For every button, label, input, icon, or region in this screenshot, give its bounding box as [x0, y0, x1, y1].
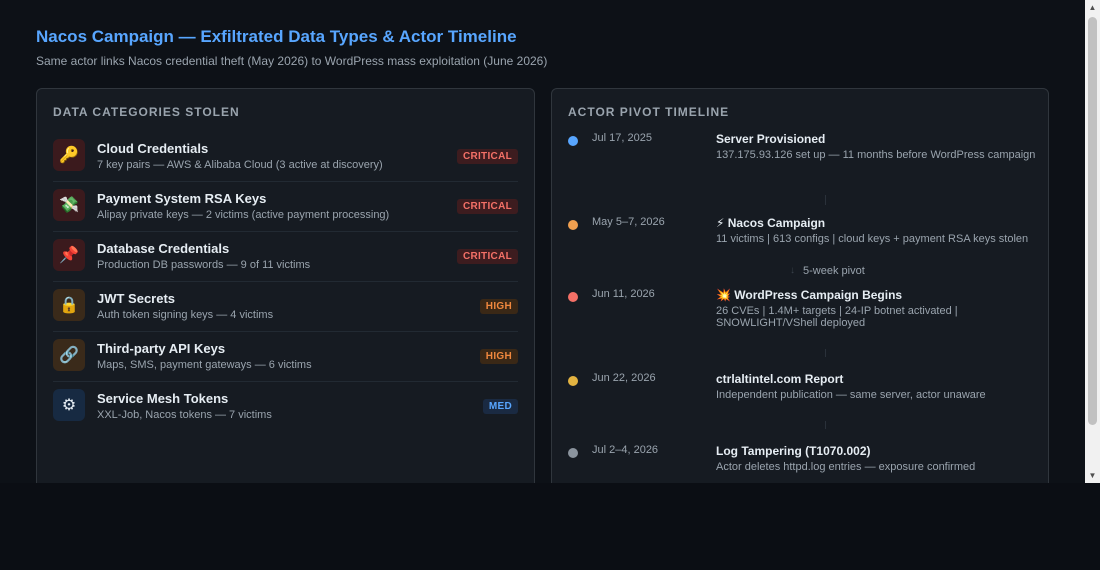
- page-subtitle: Same actor links Nacos credential theft …: [36, 54, 548, 68]
- list-item: 🔑 Cloud Credentials 7 key pairs — AWS & …: [53, 133, 518, 182]
- pivot-label: 5-week pivot: [803, 265, 865, 277]
- event-description: 26 CVEs | 1.4M+ targets | 24-IP botnet a…: [716, 305, 958, 329]
- page-footer-area: [0, 483, 1100, 570]
- item-title: Database Credentials: [97, 241, 230, 256]
- panel-heading: ACTOR PIVOT TIMELINE: [568, 105, 730, 119]
- link-icon: 🔗: [53, 339, 85, 371]
- actor-timeline-panel: ACTOR PIVOT TIMELINE Jul 17, 2025 Server…: [551, 88, 1049, 483]
- event-description: 137.175.93.126 set up — 11 months before…: [716, 149, 1036, 161]
- page-viewport: Nacos Campaign — Exfiltrated Data Types …: [0, 0, 1085, 483]
- timeline-dot: [568, 448, 578, 458]
- list-item: 💸 Payment System RSA Keys Alipay private…: [53, 183, 518, 232]
- arrow-down-icon: ↓: [790, 265, 795, 276]
- event-description: Independent publication — same server, a…: [716, 389, 986, 401]
- money-wings-icon: 💸: [53, 189, 85, 221]
- event-title: ⚡ Nacos Campaign: [716, 216, 826, 230]
- event-description: Actor deletes httpd.log entries — exposu…: [716, 461, 976, 473]
- timeline-dot: [568, 136, 578, 146]
- category-list: 🔑 Cloud Credentials 7 key pairs — AWS & …: [53, 133, 518, 432]
- severity-badge: HIGH: [479, 349, 518, 364]
- event-title: ctrlaltintel.com Report: [716, 372, 844, 386]
- vertical-scrollbar[interactable]: ▲ ▼: [1085, 0, 1100, 483]
- severity-badge: MED: [482, 399, 518, 414]
- event-title: Log Tampering (T1070.002): [716, 444, 871, 458]
- pushpin-icon: 📌: [53, 239, 85, 271]
- event-date: Jun 22, 2026: [592, 372, 656, 384]
- timeline-dot: [568, 292, 578, 302]
- scrollbar-thumb[interactable]: [1088, 17, 1097, 425]
- item-description: 7 key pairs — AWS & Alibaba Cloud (3 act…: [97, 159, 383, 171]
- event-title: 💥 WordPress Campaign Begins: [716, 288, 903, 302]
- item-description: Auth token signing keys — 4 victims: [97, 309, 274, 321]
- event-date: Jun 11, 2026: [592, 288, 655, 300]
- event-date: Jul 17, 2025: [592, 132, 652, 144]
- timeline-dot: [568, 220, 578, 230]
- item-description: Alipay private keys — 2 victims (active …: [97, 209, 390, 221]
- list-item: 📌 Database Credentials Production DB pas…: [53, 233, 518, 282]
- item-title: Cloud Credentials: [97, 141, 209, 156]
- severity-badge: CRITICAL: [456, 249, 518, 264]
- item-description: XXL-Job, Nacos tokens — 7 victims: [97, 409, 272, 421]
- timeline-connector: [825, 421, 826, 429]
- list-item: 🔗 Third-party API Keys Maps, SMS, paymen…: [53, 333, 518, 382]
- timeline-connector: [825, 195, 826, 205]
- event-title: Server Provisioned: [716, 132, 826, 146]
- lock-icon: 🔒: [53, 289, 85, 321]
- list-item: ⚙ Service Mesh Tokens XXL-Job, Nacos tok…: [53, 383, 518, 431]
- item-title: Service Mesh Tokens: [97, 391, 229, 406]
- severity-badge: CRITICAL: [456, 149, 518, 164]
- event-date: May 5–7, 2026: [592, 216, 665, 228]
- event-description: 11 victims | 613 configs | cloud keys + …: [716, 233, 1029, 245]
- item-title: JWT Secrets: [97, 291, 176, 306]
- gear-icon: ⚙: [53, 389, 85, 421]
- data-categories-panel: DATA CATEGORIES STOLEN 🔑 Cloud Credentia…: [36, 88, 535, 483]
- key-icon: 🔑: [53, 139, 85, 171]
- item-title: Payment System RSA Keys: [97, 191, 267, 206]
- timeline-connector: [825, 349, 826, 357]
- timeline-dot: [568, 376, 578, 386]
- item-description: Maps, SMS, payment gateways — 6 victims: [97, 359, 312, 371]
- severity-badge: CRITICAL: [456, 199, 518, 214]
- panel-heading: DATA CATEGORIES STOLEN: [53, 105, 240, 119]
- severity-badge: HIGH: [479, 299, 518, 314]
- event-date: Jul 2–4, 2026: [592, 444, 659, 456]
- page-title: Nacos Campaign — Exfiltrated Data Types …: [36, 27, 517, 46]
- item-description: Production DB passwords — 9 of 11 victim…: [97, 259, 311, 271]
- item-title: Third-party API Keys: [97, 341, 226, 356]
- scroll-up-arrow-icon[interactable]: ▲: [1085, 0, 1100, 15]
- list-item: 🔒 JWT Secrets Auth token signing keys — …: [53, 283, 518, 332]
- scroll-down-arrow-icon[interactable]: ▼: [1085, 468, 1100, 483]
